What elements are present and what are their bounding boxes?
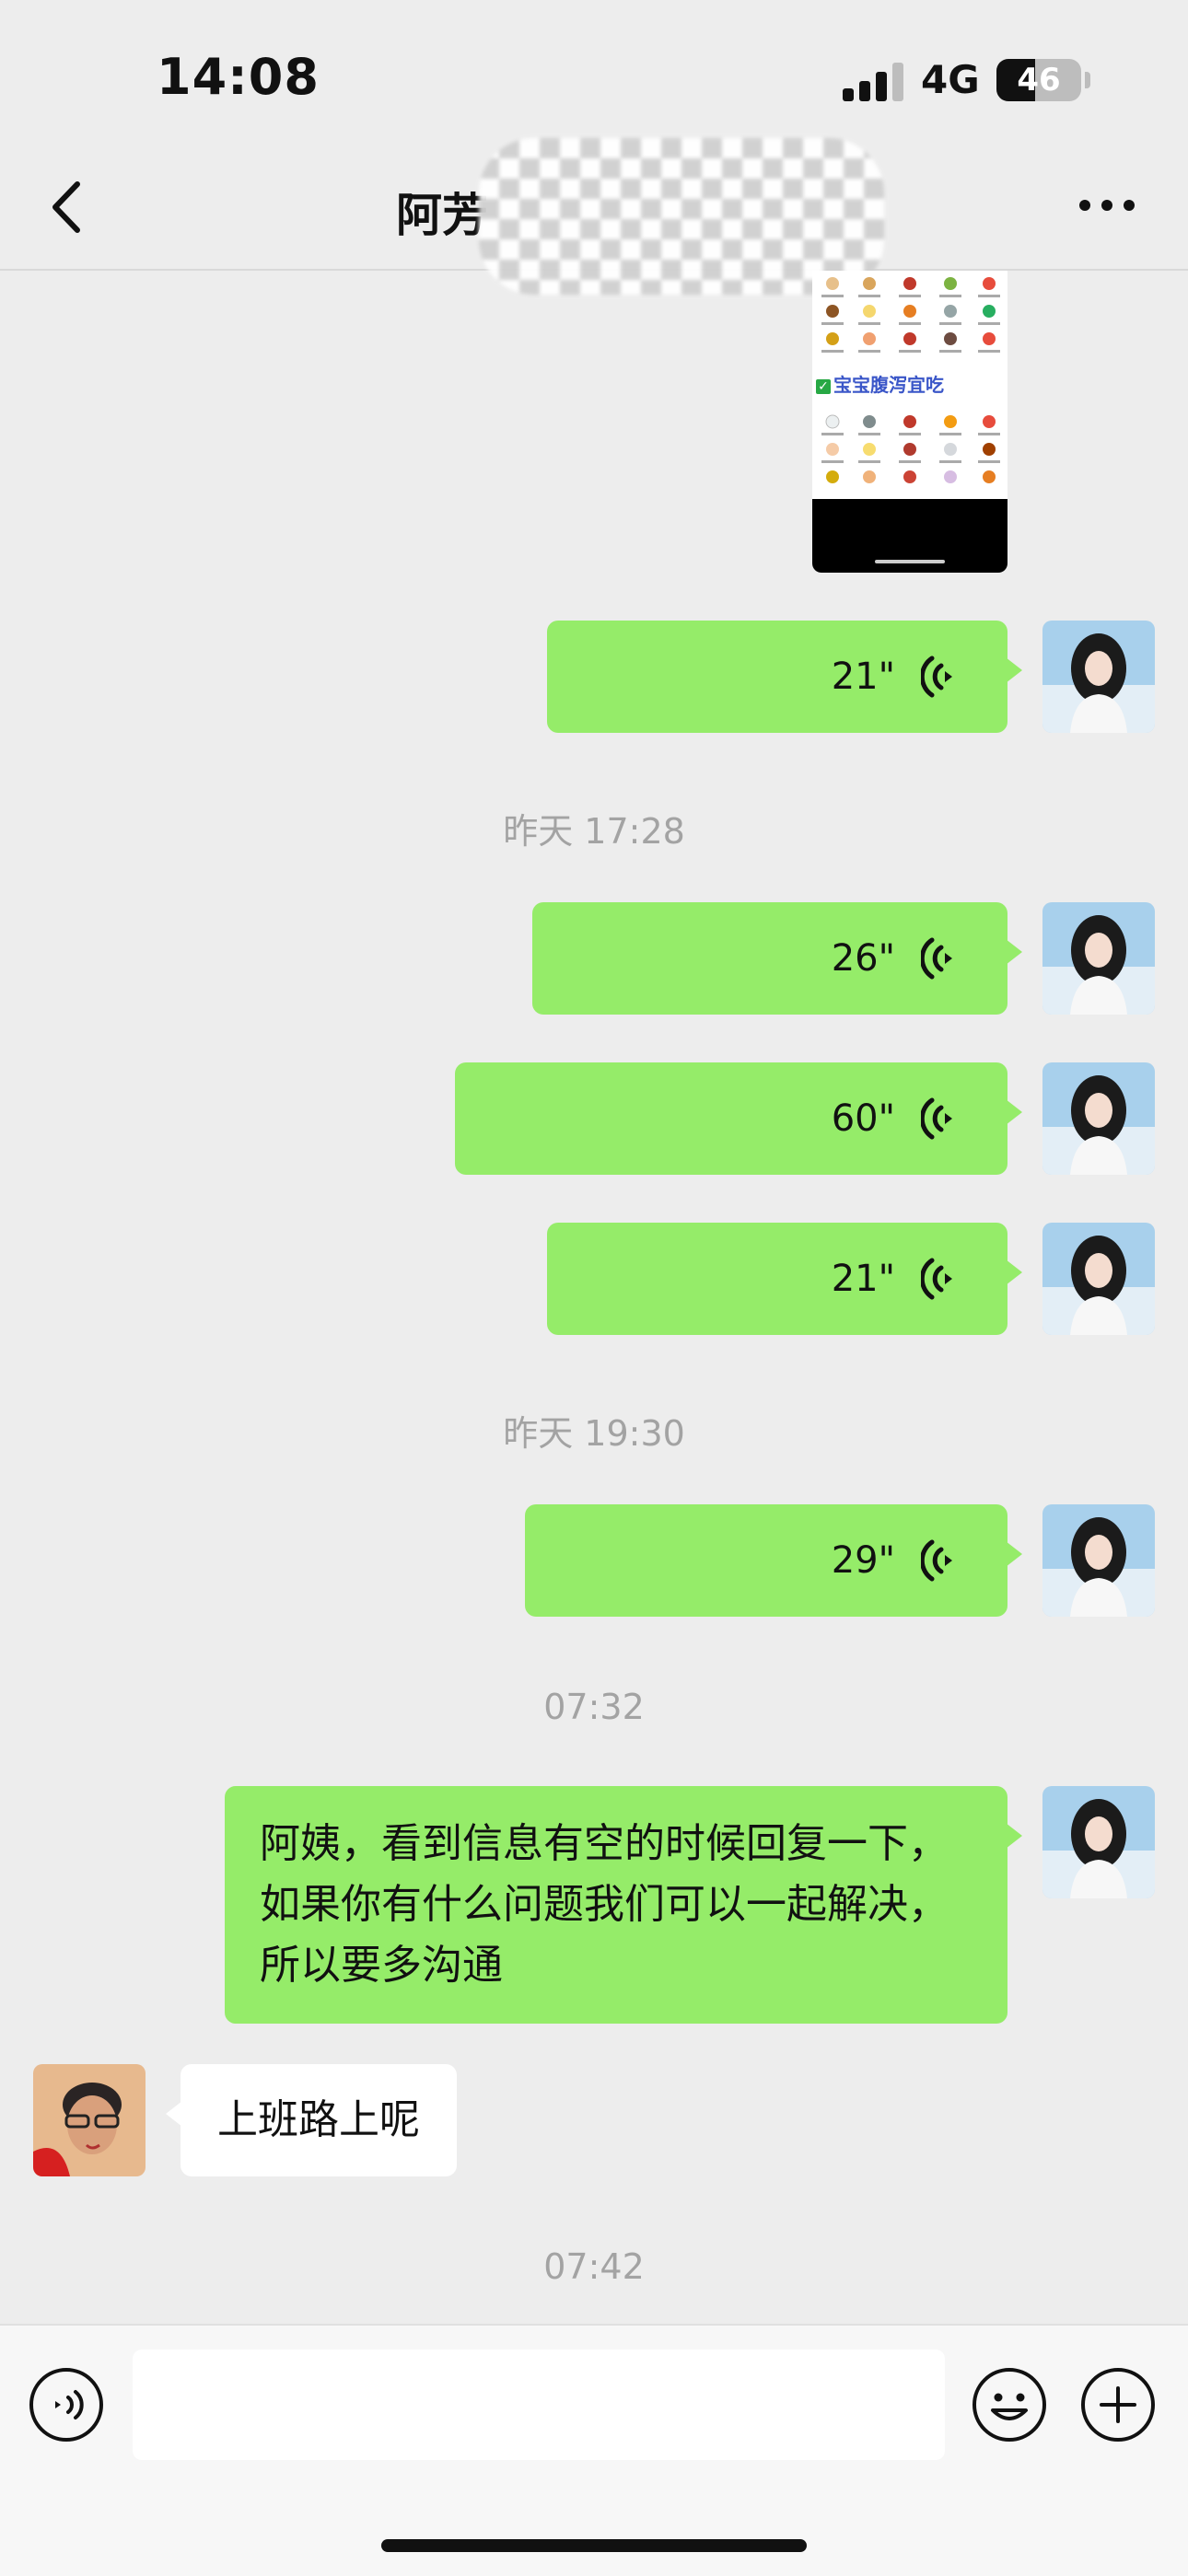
more-icon[interactable] [1077,191,1136,219]
message-input[interactable] [133,2350,945,2460]
voice-duration: 60" [831,1097,895,1140]
home-indicator [381,2539,807,2552]
voice-message[interactable]: 21" [547,1223,1022,1335]
timestamp: 07:32 [543,1687,645,1727]
emoji-icon[interactable] [971,2366,1048,2443]
timestamp: 昨天 17:28 [503,811,685,852]
voice-duration: 26" [831,937,895,980]
voice-message[interactable]: 21" [547,621,1022,733]
timestamp: 昨天 19:30 [503,1413,685,1454]
avatar[interactable] [1042,902,1155,1015]
network-label: 4G [921,57,980,102]
chat-title: 阿芳 [396,189,488,242]
voice-wave-icon [921,1258,952,1300]
timestamp: 07:42 [543,2246,645,2287]
voice-duration: 29" [831,1539,895,1582]
voice-wave-icon [921,937,952,980]
status-time: 14:08 [157,48,320,106]
battery-icon: 46 [996,59,1081,101]
text-message[interactable]: 阿姨，看到信息有空的时候回复一下，如果你有什么问题我们可以一起解决，所以要多沟通 [225,1786,1022,2024]
voice-duration: 21" [831,656,895,698]
input-bar [0,2324,1188,2576]
back-icon[interactable] [37,175,101,239]
message-list[interactable]: ✓ 宝宝腹泻宜吃 21" 昨天 17:28 26" 60" 21" 昨天 19:… [0,271,1188,2324]
avatar[interactable] [1042,621,1155,733]
text-message[interactable]: 上班路上呢 [166,2064,457,2176]
avatar[interactable] [1042,1062,1155,1175]
status-bar: 14:08 4G 46 [0,0,1188,147]
avatar[interactable] [1042,1504,1155,1617]
avatar[interactable] [1042,1223,1155,1335]
plus-icon[interactable] [1079,2366,1157,2443]
battery-percent: 46 [1017,62,1061,99]
voice-message[interactable]: 60" [455,1062,1022,1175]
avatar[interactable] [1042,1786,1155,1898]
signal-icon [843,63,903,101]
voice-wave-icon [921,1539,952,1582]
voice-duration: 21" [831,1258,895,1300]
voice-wave-icon [921,1097,952,1140]
voice-wave-icon [921,656,952,698]
voice-message[interactable]: 26" [532,902,1022,1015]
avatar[interactable] [33,2064,146,2176]
voice-message[interactable]: 29" [525,1504,1022,1617]
chat-header: 阿芳 [0,138,1188,295]
voice-toggle-icon[interactable] [28,2366,105,2443]
image-caption: ✓ 宝宝腹泻宜吃 [816,370,944,397]
image-message[interactable]: ✓ 宝宝腹泻宜吃 [812,271,1007,573]
